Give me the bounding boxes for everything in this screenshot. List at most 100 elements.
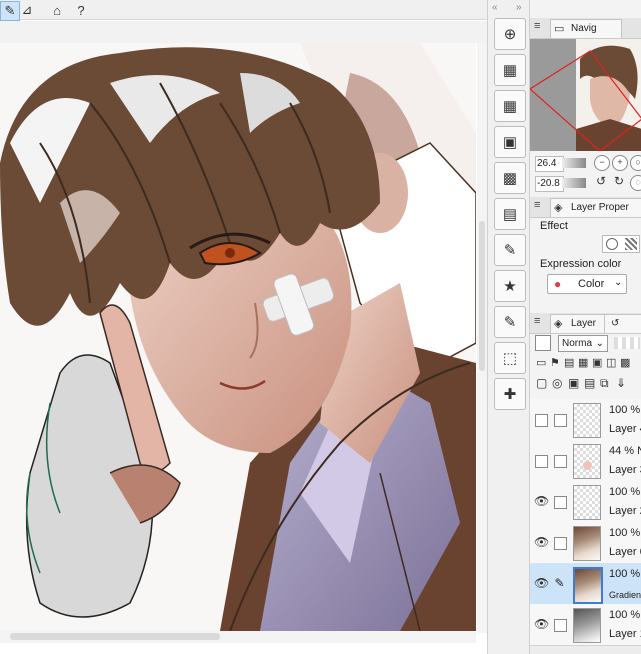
navigator-tab-bar: ≡ ▭ Navig <box>530 18 641 39</box>
menu-icon[interactable]: ≡ <box>534 315 540 327</box>
tab-history[interactable]: ↺ <box>604 314 641 333</box>
draft-icon[interactable]: ▤ <box>564 356 574 369</box>
edit-document-icon[interactable]: ✎ <box>494 306 526 338</box>
layer-lock-toggle[interactable] <box>554 496 567 509</box>
navigator-icon[interactable]: ⊕ <box>494 18 526 50</box>
ruler-icon[interactable]: ⊿ <box>18 1 36 19</box>
expression-color-select[interactable]: ● Color ⌄ <box>547 274 627 294</box>
layer-thumbnail <box>573 608 601 643</box>
3d-box-icon[interactable]: ⬚ <box>494 342 526 374</box>
rotate-left-icon[interactable]: ↺ <box>594 175 608 189</box>
canvas-area[interactable] <box>0 21 487 654</box>
canvas-artwork[interactable] <box>0 43 476 631</box>
layer-opacity-mode: 100 % N <box>609 486 641 498</box>
layer-lock-toggle[interactable] <box>554 455 567 468</box>
tone-icon[interactable]: ▩ <box>494 162 526 194</box>
expression-color-value: Color <box>578 278 605 290</box>
rotate-right-icon[interactable]: ↻ <box>612 175 626 189</box>
layer-name: Layer 4 <box>609 423 641 435</box>
layer-property-tab-bar: ≡ ◈ Layer Proper <box>530 197 641 218</box>
visibility-toggle[interactable] <box>535 414 548 427</box>
layer-row-selected[interactable]: 👁 ✎ 100 % N Gradient map <box>530 563 641 605</box>
tone-effect-icon[interactable] <box>625 238 637 250</box>
tab-navigator[interactable]: ▭ Navig <box>550 19 622 38</box>
pen-icon[interactable]: ✎ <box>554 577 565 589</box>
layer-opacity-mode: 100 % N <box>609 609 641 621</box>
pen-edit-icon[interactable]: ✎ <box>0 1 20 21</box>
ruler-toggle-icon[interactable]: ▩ <box>620 356 630 369</box>
layer-list: 100 % N Layer 4 44 % N Layer 3 👁 100 % N… <box>530 399 641 654</box>
eye-icon[interactable]: 👁 <box>534 576 549 590</box>
edit-icon[interactable]: ✎ <box>494 234 526 266</box>
layer-thumbnail <box>573 444 601 479</box>
material-grid-icon[interactable]: ▦ <box>494 90 526 122</box>
layer-lock-toggle[interactable] <box>554 537 567 550</box>
clip-icon[interactable]: ▭ <box>536 356 546 369</box>
graduation-cap-icon[interactable]: ⌂ <box>48 1 66 19</box>
fit-icon[interactable]: ○ <box>630 155 641 171</box>
reset-rotation-icon[interactable]: ◌ <box>630 175 641 191</box>
expand-icon[interactable]: » <box>516 2 522 13</box>
layer-tab-icon: ◈ <box>554 318 563 330</box>
horizontal-scrollbar-thumb[interactable] <box>10 633 220 640</box>
chevron-down-icon: ⌄ <box>595 338 604 349</box>
navigator-controls: 26.4 -20.8 − + ○ ↺ ↻ ◌ <box>530 152 641 194</box>
duplicate-layer-icon[interactable]: ⧉ <box>600 376 609 391</box>
eye-icon[interactable]: 👁 <box>534 494 549 508</box>
zoom-slider[interactable] <box>562 158 586 168</box>
reference-icon[interactable]: ⚑ <box>550 356 560 369</box>
layer-property-icon[interactable]: ▤ <box>494 198 526 230</box>
menu-icon[interactable]: ≡ <box>534 20 540 32</box>
color-wheel-icon: ● <box>554 277 562 291</box>
merge-down-icon[interactable]: ⇓ <box>616 376 626 390</box>
layer-color-swatch[interactable] <box>535 335 551 351</box>
navigator-preview[interactable] <box>529 39 641 152</box>
effect-buttons <box>602 235 640 253</box>
subview-icon[interactable]: ▣ <box>494 126 526 158</box>
layer-row[interactable]: 👁 100 % N Layer 1 <box>530 604 641 646</box>
visibility-toggle[interactable] <box>535 455 548 468</box>
new-folder-icon[interactable]: ▣ <box>568 376 579 390</box>
zoom-in-icon[interactable]: + <box>612 155 628 171</box>
rotate-field[interactable]: -20.8 <box>535 176 564 192</box>
collapse-icon[interactable]: « <box>492 2 498 13</box>
vertical-scrollbar-thumb[interactable] <box>479 221 485 371</box>
tab-layer-property[interactable]: ◈ Layer Proper <box>550 198 641 217</box>
layer-row[interactable]: 44 % N Layer 3 <box>530 440 641 482</box>
material-palette-icon[interactable]: ▦ <box>494 54 526 86</box>
new-layer-folder-icon[interactable]: ▤ <box>584 376 595 390</box>
layer-thumbnail <box>573 485 601 520</box>
favorite-folder-icon[interactable]: ★ <box>494 270 526 302</box>
blend-mode-select[interactable]: Norma ⌄ <box>558 335 608 352</box>
command-bar: « » ⊕ ▦ ▦ ▣ ▩ ▤ ✎ ★ ✎ ⬚ ✚ <box>487 0 529 654</box>
zoom-field[interactable]: 26.4 <box>535 156 564 172</box>
layer-thumbnail <box>573 526 601 561</box>
layer-row[interactable]: 👁 100 % N Layer 2 <box>530 481 641 523</box>
zoom-out-icon[interactable]: − <box>594 155 610 171</box>
lock-transparent-icon[interactable]: ▦ <box>578 356 588 369</box>
layer-row[interactable]: 100 % N Layer 4 <box>530 399 641 441</box>
lock-icon[interactable]: ▣ <box>592 356 602 369</box>
layer-row[interactable]: 👁 100 % N Layer 6 <box>530 522 641 564</box>
layer-thumbnail <box>573 403 601 438</box>
layer-lock-toggle[interactable] <box>554 414 567 427</box>
eye-icon[interactable]: 👁 <box>534 617 549 631</box>
mask-icon[interactable]: ◫ <box>606 356 616 369</box>
rotate-slider[interactable] <box>562 178 586 188</box>
help-icon[interactable]: ? <box>72 1 90 19</box>
layer-lock-toggle[interactable] <box>554 619 567 632</box>
history-icon: ↺ <box>611 318 620 329</box>
right-panel: ≡ ▭ Navig 26.4 -20.8 − + ○ ↺ ↻ ◌ ≡ ◈ Lay… <box>529 0 641 654</box>
layer-tab-bar: ≡ ◈ Layer ↺ <box>530 313 641 334</box>
layer-name: Layer 1 <box>609 628 641 640</box>
new-raster-layer-icon[interactable]: ▢ <box>536 376 547 390</box>
menu-icon[interactable]: ≡ <box>534 199 540 211</box>
navigator-tab-label: Navig <box>571 23 597 34</box>
layer-opacity-mode: 44 % N <box>609 445 641 457</box>
new-vector-layer-icon[interactable]: ◎ <box>552 376 562 390</box>
opacity-slider[interactable] <box>614 337 640 349</box>
border-effect-icon[interactable] <box>606 238 618 250</box>
layer-opacity-mode: 100 % N <box>609 527 641 539</box>
person-icon[interactable]: ✚ <box>494 378 526 410</box>
eye-icon[interactable]: 👁 <box>534 535 549 549</box>
